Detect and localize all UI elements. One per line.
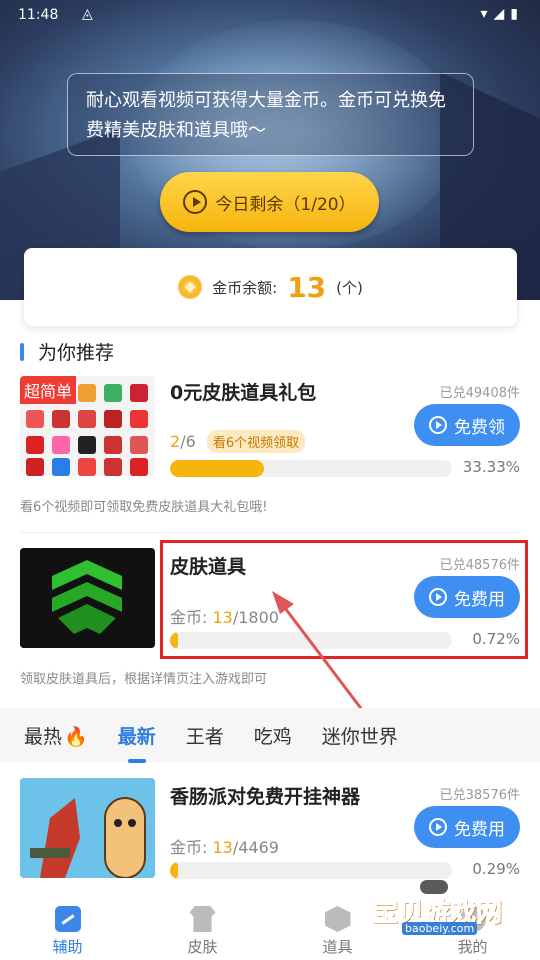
section-title-text: 为你推荐 [38,342,115,364]
play-circle-icon [183,190,208,214]
tab-hottest-label: 最热 [24,725,63,748]
today-remaining-button[interactable]: 今日剩余（1/20） [160,172,379,232]
tab-newest[interactable]: 最新 [118,722,156,763]
nav-assist-label: 辅助 [52,938,83,956]
tab-hottest[interactable]: 最热 🔥 [24,722,88,749]
coin-balance-value: 13 [287,270,327,304]
coin-cost-total: /4469 [232,838,279,857]
list-item-gift-pack[interactable]: 超简单 0元皮肤道具礼包 已兑49408件 免费领 2/6 看6个视频领取 33… [20,376,520,516]
tab-honor-of-kings[interactable]: 王者 [186,722,224,749]
item-description: 领取皮肤道具后，根据详情页注入游戏即可 [20,672,268,687]
progress-fill [170,460,264,477]
progress-total: /6 [180,432,196,451]
progress-bar [170,460,452,477]
item-coin-cost: 金币: 13/4469 [170,834,279,858]
item-description: 看6个视频即可领取免费皮肤道具大礼包哦! [20,500,268,515]
flame-icon: 🔥 [64,725,88,748]
item-redeemed-count: 已兑38576件 [439,788,520,803]
notice-text: 耐心观看视频可获得大量金币。金币可兑换免费精美皮肤和道具哦～ [86,90,446,141]
coin-cost-current: 13 [212,838,233,857]
item-progress-text: 2/6 看6个视频领取 [170,430,306,453]
green-chevron-logo [20,548,155,648]
watermark-url: baobeiy.com [402,922,478,935]
progress-current: 2 [170,432,181,451]
cube-icon [324,906,351,932]
notice-box: 耐心观看视频可获得大量金币。金币可兑换免费精美皮肤和道具哦～ [67,73,474,156]
tshirt-icon [189,906,216,932]
nav-props-label: 道具 [322,938,353,956]
coin-balance-card: 金币余额: 13 (个) [24,248,517,326]
coin-balance-label: 金币余额: [212,278,278,297]
today-remaining-label: 今日剩余（1/20） [215,194,356,215]
assist-icon [54,906,81,932]
nav-assist[interactable]: 辅助 [0,890,135,960]
status-bar: 11:48 ◬ ▾◢▮ [0,0,540,32]
watermark: 宝贝游戏网 baobeiy.com [371,880,512,942]
free-use-label: 免费用 [454,819,505,840]
notification-icon: ◬ [82,6,93,22]
progress-percent: 0.29% [472,860,520,878]
coin-balance-unit: (个) [336,278,363,297]
category-tabs: 最热 🔥 最新 王者 吃鸡 迷你世界 [0,708,540,763]
progress-percent: 33.33% [462,458,520,476]
sausage-party-thumbnail [20,778,155,878]
item-title: 0元皮肤道具礼包 [170,382,317,404]
free-claim-button[interactable]: 免费领 [414,404,520,446]
tab-mini-world[interactable]: 迷你世界 [322,722,398,749]
status-icons: ▾◢▮ [480,6,524,22]
section-title: 为你推荐 [20,338,114,365]
progress-fill [170,862,179,879]
nav-skins-label: 皮肤 [187,938,218,956]
watch-hint-badge: 看6个视频领取 [206,430,306,453]
free-use-button[interactable]: 免费用 [414,806,520,848]
item-title: 香肠派对免费开挂神器 [170,786,361,808]
section-accent-bar [20,342,24,361]
easy-tag: 超简单 [20,376,77,404]
play-circle-icon [429,818,447,836]
divider [20,532,520,533]
skin-props-thumbnail [20,548,155,648]
annotation-highlight-box [160,540,528,659]
progress-bar [170,862,452,879]
tab-pubg[interactable]: 吃鸡 [254,722,292,749]
nav-skins[interactable]: 皮肤 [135,890,270,960]
play-circle-icon [429,416,447,434]
coin-icon [178,275,203,299]
sausage-character-art [20,778,155,878]
item-redeemed-count: 已兑49408件 [439,386,520,401]
gift-pack-thumbnail: 超简单 [20,376,155,476]
status-time: 11:48 [18,7,59,23]
coin-cost-label: 金币: [170,838,213,857]
list-item-sausage-party[interactable]: 香肠派对免费开挂神器 已兑38576件 免费用 金币: 13/4469 0.29… [20,778,520,888]
free-claim-label: 免费领 [454,417,505,438]
